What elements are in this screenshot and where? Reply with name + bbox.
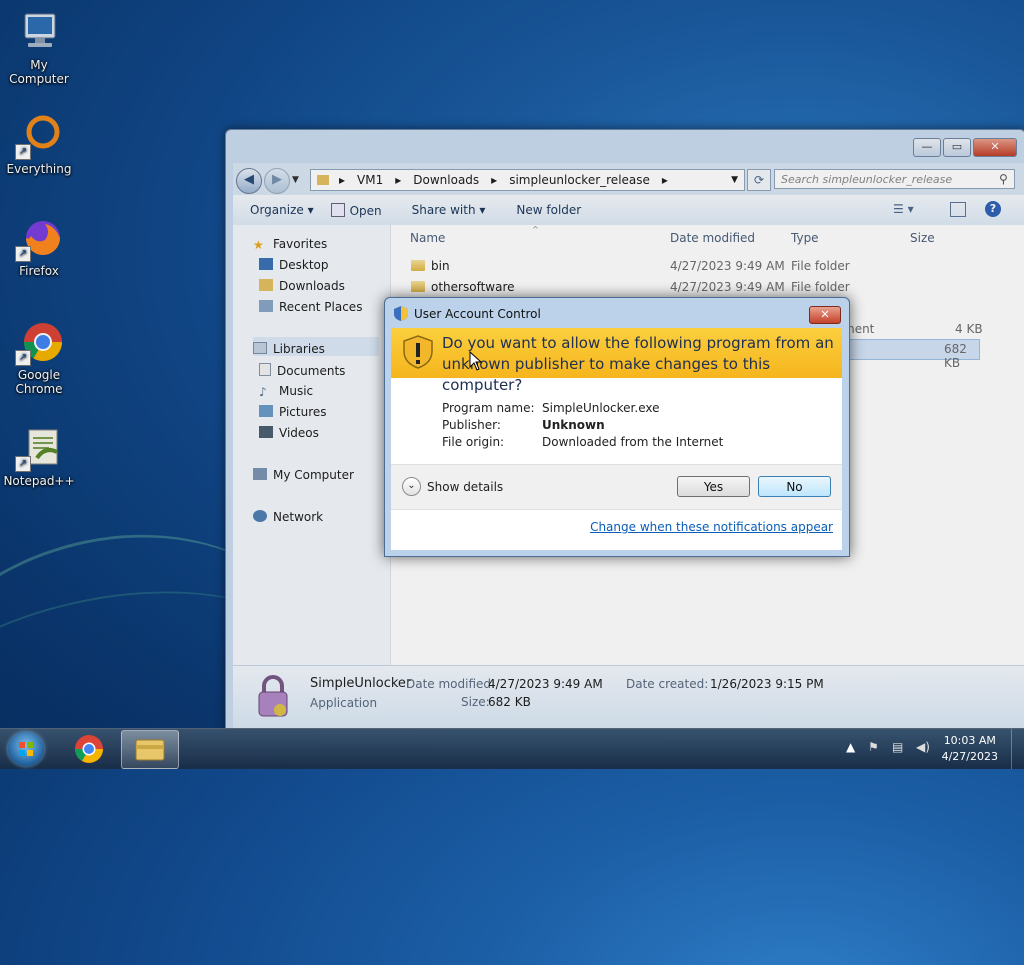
network-tray-icon[interactable]: ▤ <box>892 740 903 754</box>
publisher-label: Publisher: <box>442 418 501 432</box>
publisher-value: Unknown <box>542 418 605 432</box>
yes-button[interactable]: Yes <box>677 476 750 497</box>
show-hidden-icons-icon[interactable]: ▲ <box>846 740 855 754</box>
file-origin-value: Downloaded from the Internet <box>542 435 724 449</box>
show-desktop-button[interactable] <box>1011 729 1024 769</box>
taskbar: ▲ ⚑ ▤ ◀) 10:03 AM 4/27/2023 <box>0 728 1024 769</box>
windows-logo-icon <box>19 742 33 756</box>
clock-time: 10:03 AM <box>943 734 996 747</box>
clock-date: 4/27/2023 <box>941 750 998 763</box>
taskbar-explorer[interactable] <box>121 730 179 769</box>
folder-icon <box>135 739 165 761</box>
uac-shield-icon <box>394 306 408 321</box>
uac-action-bar: ⌄ Show details Yes No <box>391 464 842 510</box>
change-notifications-link[interactable]: Change when these notifications appear <box>590 520 833 534</box>
uac-body: Do you want to allow the following progr… <box>391 328 842 550</box>
chrome-icon <box>75 735 103 763</box>
uac-question: Do you want to allow the following progr… <box>442 334 834 394</box>
uac-dialog[interactable]: User Account Control ✕ Do you want to al… <box>384 297 850 557</box>
clock[interactable]: 10:03 AM 4/27/2023 <box>942 733 998 765</box>
program-name-label: Program name: <box>442 401 535 415</box>
taskbar-chrome[interactable] <box>61 730 117 767</box>
chevron-down-icon[interactable]: ⌄ <box>402 477 421 496</box>
action-center-icon[interactable]: ⚑ <box>868 740 879 754</box>
no-button[interactable]: No <box>758 476 831 497</box>
file-origin-label: File origin: <box>442 435 505 449</box>
warning-shield-icon <box>403 335 433 369</box>
uac-title: User Account Control <box>414 307 541 321</box>
show-details-link[interactable]: Show details <box>427 480 503 494</box>
uac-close-button[interactable]: ✕ <box>809 306 841 324</box>
program-name-value: SimpleUnlocker.exe <box>542 401 660 415</box>
uac-warning-banner: Do you want to allow the following progr… <box>391 328 842 394</box>
start-button[interactable] <box>8 732 44 766</box>
volume-icon[interactable]: ◀) <box>916 740 930 754</box>
